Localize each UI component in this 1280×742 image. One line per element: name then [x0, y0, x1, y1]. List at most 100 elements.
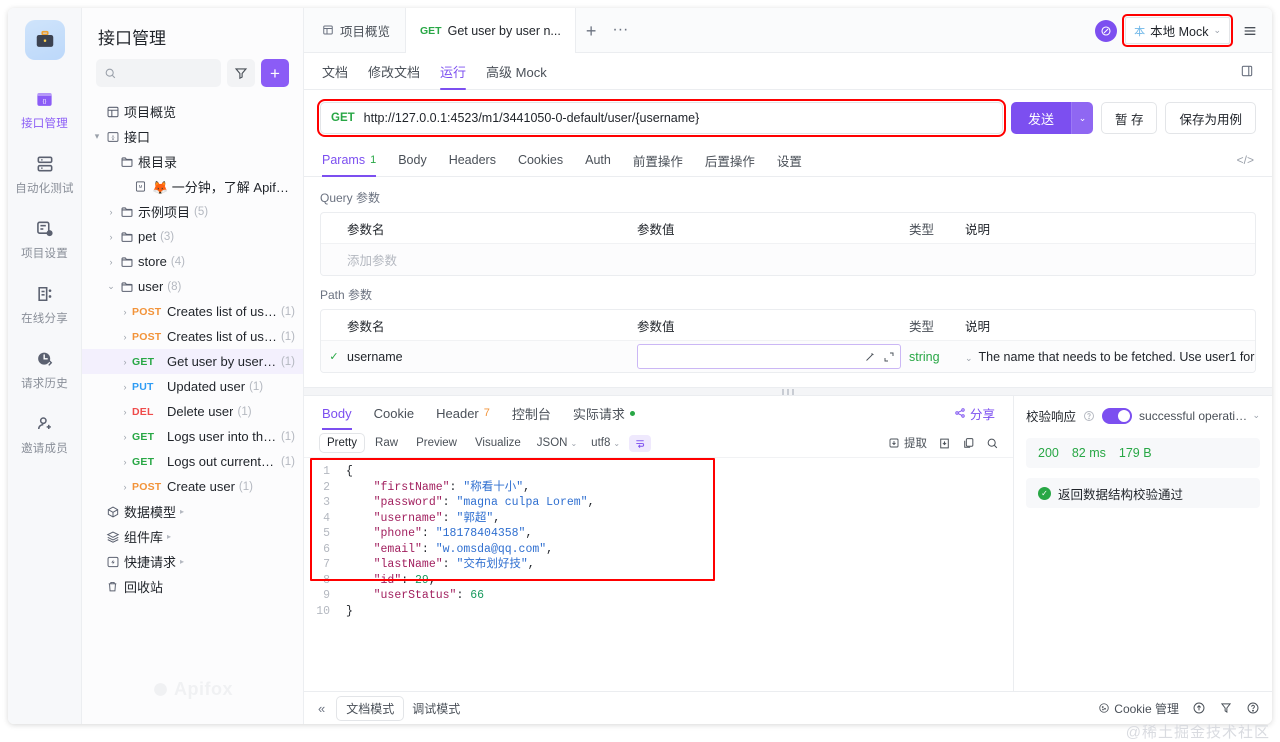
code-brackets-icon[interactable]: </>: [1237, 153, 1254, 167]
response-definition-select[interactable]: successful operation (... ⌄: [1139, 409, 1260, 423]
copy-icon[interactable]: [962, 437, 975, 450]
url-input-box[interactable]: GET http://127.0.0.1:4523/m1/3441050-0-d…: [320, 102, 1003, 134]
path-param-row-username[interactable]: ✓ username: [321, 340, 1255, 372]
funnel-icon[interactable]: [1219, 701, 1233, 715]
tree-node[interactable]: ›GETLogs out current l...(1): [82, 449, 303, 474]
search-icon[interactable]: [986, 437, 999, 450]
chevron-icon[interactable]: ›: [118, 332, 132, 342]
response-tab-1[interactable]: Cookie: [374, 396, 414, 430]
chevron-icon[interactable]: ›: [104, 232, 118, 242]
chevron-icon[interactable]: ›: [118, 382, 132, 392]
tree-node[interactable]: ⌄user(8): [82, 274, 303, 299]
new-tab-button[interactable]: +: [576, 22, 607, 40]
panel-splitter[interactable]: [304, 387, 1272, 396]
share-button[interactable]: 分享: [954, 404, 995, 423]
chevron-icon[interactable]: ›: [104, 257, 118, 267]
tree-node[interactable]: ›GETGet user by user ...(1): [82, 349, 303, 374]
param-tab-cookies[interactable]: Cookies: [518, 144, 563, 177]
side-panel-icon[interactable]: [1240, 64, 1254, 78]
path-param-checkbox[interactable]: ✓: [321, 350, 347, 363]
format-pretty-button[interactable]: Pretty: [320, 434, 364, 452]
chevron-down-icon[interactable]: ⌄: [965, 353, 973, 363]
briefcase-icon[interactable]: [25, 20, 65, 60]
tree-node[interactable]: 数据模型▸: [82, 499, 303, 524]
url-text[interactable]: http://127.0.0.1:4523/m1/3441050-0-defau…: [364, 111, 700, 125]
rail-item-automation-test[interactable]: 自动化测试: [12, 145, 78, 202]
chevron-icon[interactable]: ▾: [90, 131, 104, 142]
subtab-0[interactable]: 文档: [322, 53, 348, 90]
tab-more-button[interactable]: ···: [606, 22, 634, 38]
collapse-left-icon[interactable]: «: [318, 701, 325, 716]
response-body-viewer[interactable]: 12345678910 { "firstName": "称看十小", "pass…: [304, 458, 1013, 691]
rail-item-request-history[interactable]: 请求历史: [12, 340, 78, 397]
param-tab-headers[interactable]: Headers: [449, 144, 496, 177]
upload-circle-icon[interactable]: [1192, 701, 1206, 715]
rail-item-project-settings[interactable]: 项目设置: [12, 210, 78, 267]
hamburger-icon[interactable]: [1238, 19, 1262, 43]
tree-node[interactable]: 回收站: [82, 574, 303, 599]
path-param-value-input[interactable]: [637, 344, 901, 369]
tree-node[interactable]: 根目录: [82, 149, 303, 174]
rail-item-api-manage[interactable]: {} 接口管理: [12, 80, 78, 137]
content-type-select[interactable]: JSON ⌄: [532, 434, 582, 452]
query-add-row[interactable]: 添加参数: [321, 243, 1255, 275]
format-raw-button[interactable]: Raw: [368, 434, 405, 452]
chevron-icon[interactable]: ›: [118, 307, 132, 317]
tree-node[interactable]: ▾{}接口: [82, 124, 303, 149]
filter-button[interactable]: [227, 59, 255, 87]
save-as-case-button[interactable]: 保存为用例: [1165, 102, 1256, 134]
tab-get-user-by-username[interactable]: GET Get user by user n...: [405, 8, 576, 53]
param-tab-后置操作[interactable]: 后置操作: [705, 144, 755, 177]
save-download-icon[interactable]: [938, 437, 951, 450]
path-param-type[interactable]: string: [909, 350, 965, 364]
tree-node[interactable]: 快捷请求▸: [82, 549, 303, 574]
response-tab-2[interactable]: Header7: [436, 396, 490, 430]
rail-item-online-share[interactable]: 在线分享: [12, 275, 78, 332]
environment-selector[interactable]: 本 本地 Mock ⌄: [1125, 17, 1230, 44]
chevron-icon[interactable]: ›: [118, 407, 132, 417]
format-preview-button[interactable]: Preview: [409, 434, 464, 452]
tree-node-expand-arrow[interactable]: ▸: [167, 532, 171, 541]
query-add-placeholder[interactable]: 添加参数: [347, 250, 637, 269]
chevron-icon[interactable]: ›: [118, 457, 132, 467]
response-tab-3[interactable]: 控制台: [512, 396, 551, 430]
expand-icon[interactable]: [883, 351, 895, 363]
send-options-caret[interactable]: ⌄: [1071, 102, 1093, 134]
subtab-1[interactable]: 修改文档: [368, 53, 420, 90]
param-tab-前置操作[interactable]: 前置操作: [633, 144, 683, 177]
param-tab-params[interactable]: Params1: [322, 144, 376, 177]
tab-project-overview[interactable]: 项目概览: [308, 8, 405, 52]
search-box[interactable]: [96, 59, 221, 87]
tree-node[interactable]: ›POSTCreate user(1): [82, 474, 303, 499]
format-visualize-button[interactable]: Visualize: [468, 434, 528, 452]
chevron-icon[interactable]: ›: [118, 357, 132, 367]
tree-node[interactable]: ›DELDelete user(1): [82, 399, 303, 424]
param-tab-body[interactable]: Body: [398, 144, 427, 177]
cookie-manage-button[interactable]: Cookie 管理: [1098, 700, 1179, 717]
tree-node[interactable]: ›POSTCreates list of use...(1): [82, 324, 303, 349]
help-circle-icon[interactable]: [1246, 701, 1260, 715]
tree-node[interactable]: ›pet(3): [82, 224, 303, 249]
tree-node-expand-arrow[interactable]: ▸: [180, 557, 184, 566]
mode-debug-button[interactable]: 调试模式: [403, 697, 469, 720]
tree-node[interactable]: ›PUTUpdated user(1): [82, 374, 303, 399]
chevron-icon[interactable]: ⌄: [104, 281, 118, 292]
encoding-select[interactable]: utf8 ⌄: [586, 434, 625, 452]
param-tab-auth[interactable]: Auth: [585, 144, 611, 177]
json-text[interactable]: { "firstName": "称看十小", "password": "magn…: [336, 458, 594, 619]
chevron-icon[interactable]: ›: [104, 207, 118, 217]
chevron-icon[interactable]: ›: [118, 482, 132, 492]
subtab-2[interactable]: 运行: [440, 53, 466, 90]
question-circle-icon[interactable]: [1083, 410, 1095, 422]
extract-button[interactable]: 提取: [888, 435, 927, 451]
tree-node[interactable]: 项目概览: [82, 99, 303, 124]
rail-item-invite-member[interactable]: 邀请成员: [12, 405, 78, 462]
validate-response-toggle[interactable]: [1102, 408, 1132, 424]
response-tab-0[interactable]: Body: [322, 396, 352, 430]
sync-circle-icon[interactable]: [1095, 20, 1117, 42]
search-input[interactable]: [122, 65, 213, 81]
subtab-3[interactable]: 高级 Mock: [486, 53, 547, 90]
tree-node[interactable]: ›示例项目(5): [82, 199, 303, 224]
response-tab-4[interactable]: 实际请求: [573, 396, 635, 430]
magic-wand-icon[interactable]: [864, 351, 876, 363]
